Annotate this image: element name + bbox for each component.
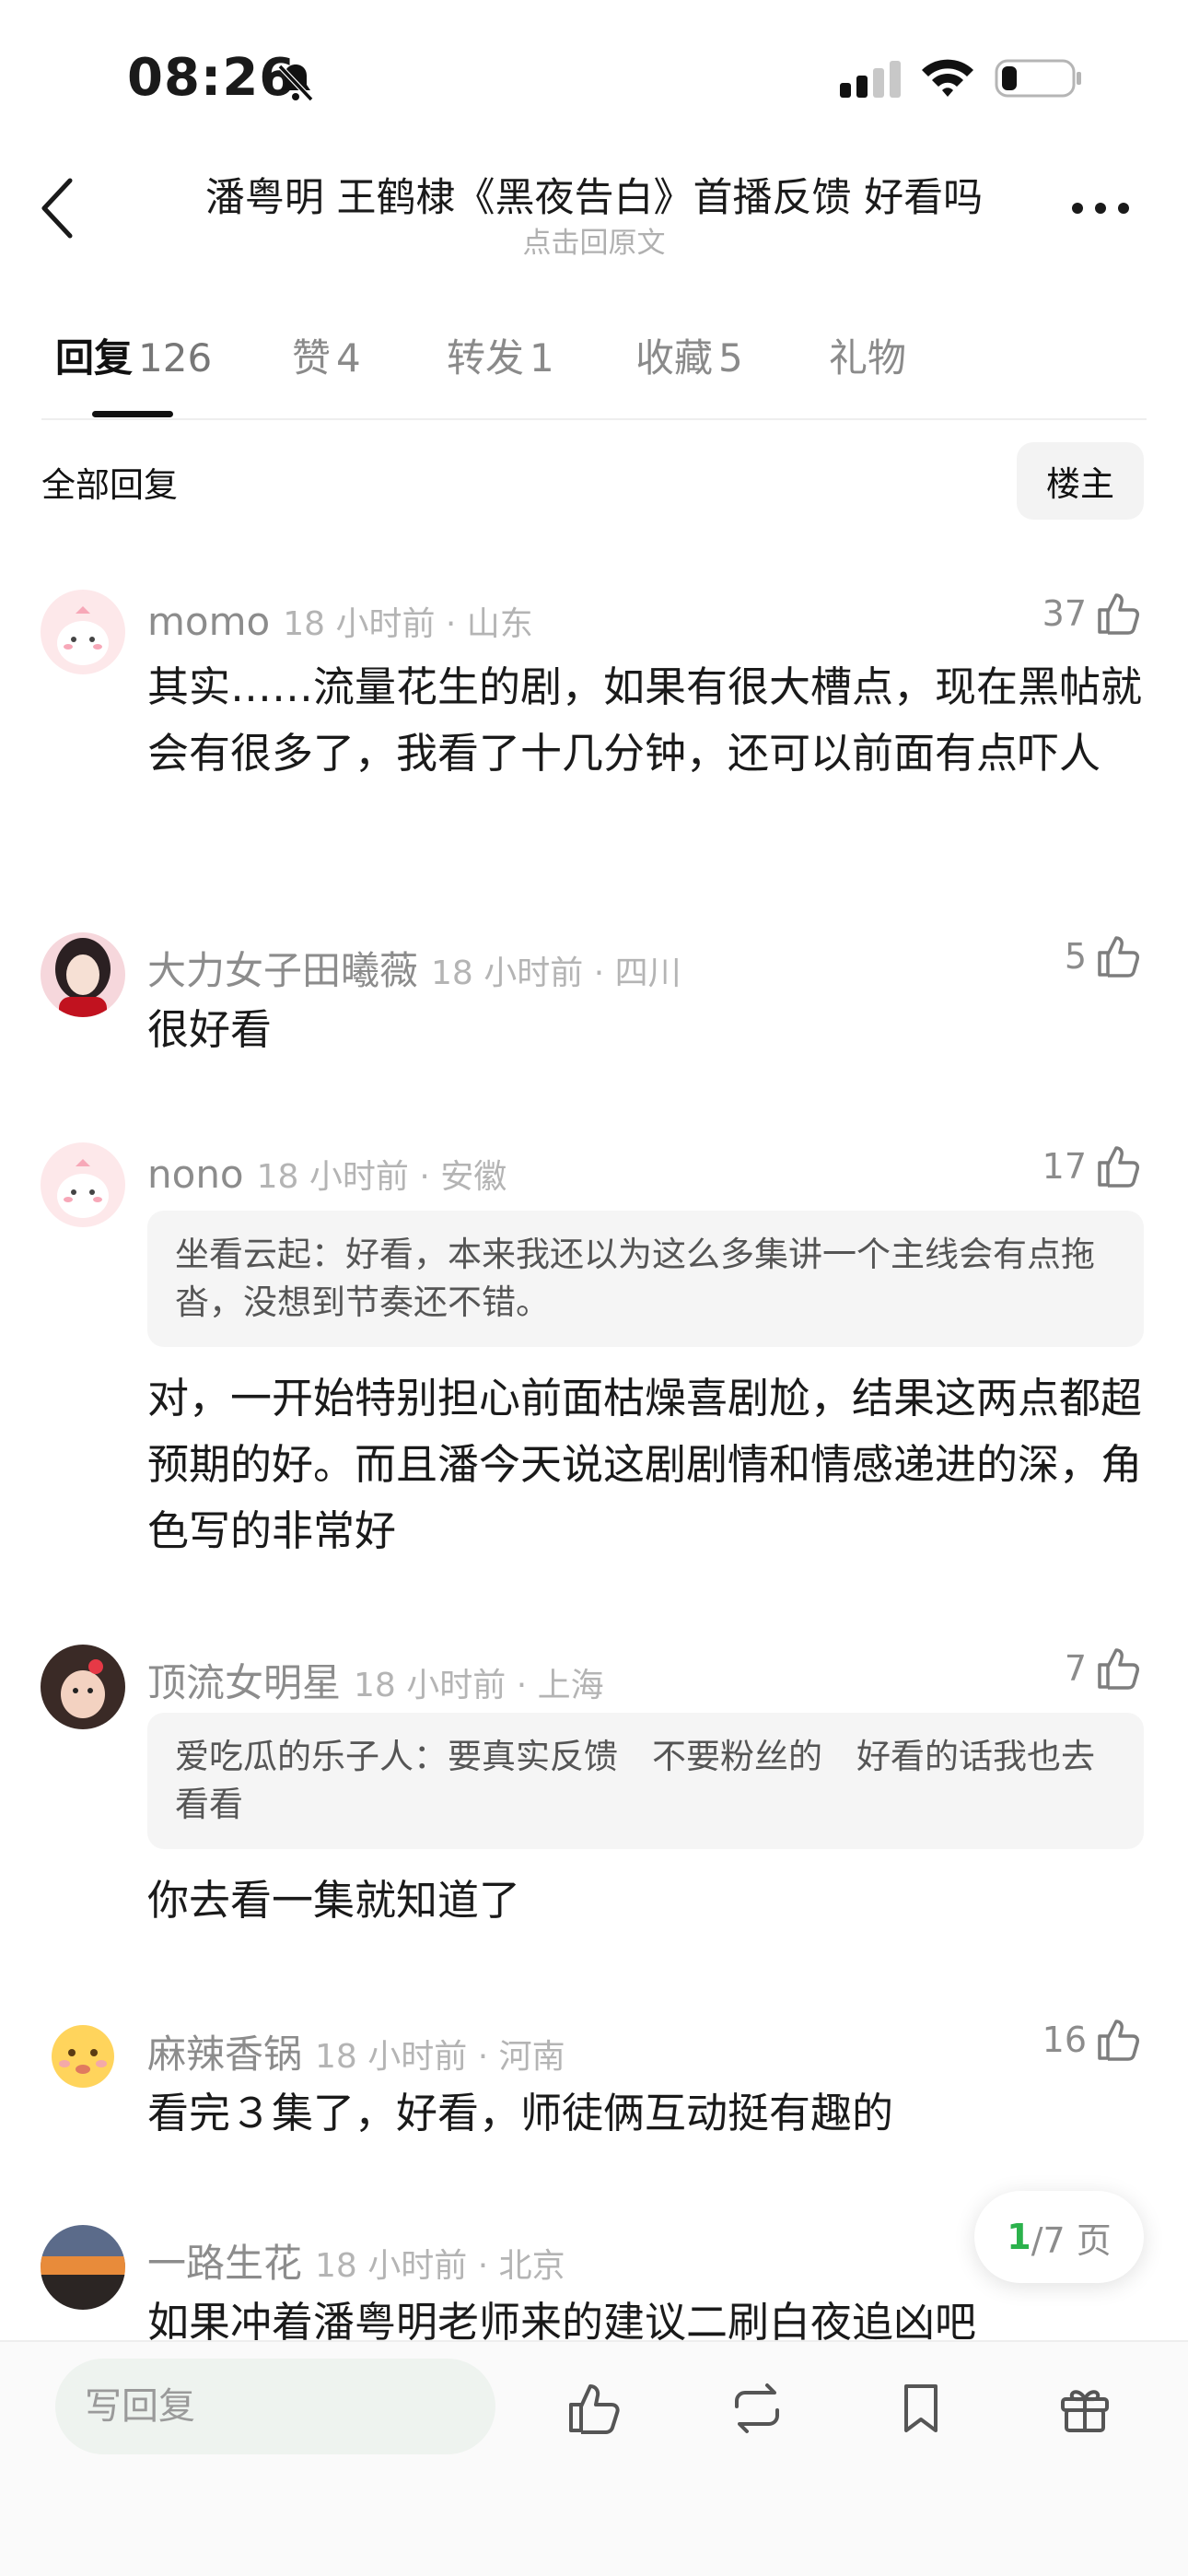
gift-icon[interactable] <box>1055 2379 1114 2438</box>
tab-label: 回复 <box>55 335 134 381</box>
tab-replies[interactable]: 回复 126 <box>55 327 212 383</box>
like-count: 17 <box>1042 1146 1087 1187</box>
timestamp-location: 18 小时前 · 上海 <box>354 1667 604 1704</box>
active-tab-indicator <box>92 411 173 417</box>
post-replies-page: 08:26 潘粤明 王鹤棣《黑夜告白》首播反馈 好看吗 点击回原文 回复 126… <box>0 0 1188 2576</box>
thumbs-up-icon <box>1098 1146 1139 1188</box>
username[interactable]: 大力女子田曦薇 <box>147 948 418 993</box>
thumbs-up-icon[interactable] <box>564 2379 623 2438</box>
comment-meta: 顶流女明星 18 小时前 · 上海 <box>147 1652 604 1708</box>
quoted-username: 坐看云起： <box>175 1235 345 1274</box>
quoted-username: 爱吃瓜的乐子人： <box>175 1737 448 1776</box>
page-indicator[interactable]: 1/7 页 <box>974 2191 1144 2283</box>
avatar[interactable] <box>41 2225 125 2310</box>
tab-likes[interactable]: 赞4 <box>292 327 361 383</box>
avatar[interactable] <box>41 590 125 674</box>
status-time: 08:26 <box>127 48 297 108</box>
profile-photo-icon <box>41 932 125 1017</box>
more-options-icon[interactable] <box>1070 199 1131 217</box>
tab-label: 礼物 <box>829 335 907 381</box>
like-button[interactable]: 17 <box>1042 1142 1142 1190</box>
timestamp-location: 18 小时前 · 四川 <box>431 954 681 992</box>
tab-count: 126 <box>138 335 213 381</box>
comment-text: 很好看 <box>147 1005 273 1054</box>
divider <box>41 418 1147 420</box>
tab-count: 5 <box>718 335 743 381</box>
like-button[interactable]: 7 <box>1065 1645 1142 1692</box>
avatar[interactable] <box>41 1645 125 1729</box>
status-bar: 08:26 <box>0 0 1188 157</box>
tab-count: 4 <box>336 335 361 381</box>
cellular-signal-icon <box>840 61 901 98</box>
like-count: 16 <box>1042 2020 1087 2060</box>
tab-count: 1 <box>530 335 554 381</box>
bookmark-icon[interactable] <box>891 2379 950 2438</box>
comment-text: 其实……流量花生的剧，如果有很大槽点，现在黑帖就会有很多了，我看了十几分钟，还可… <box>147 662 1143 778</box>
tab-label: 收藏 <box>635 335 714 381</box>
like-count: 7 <box>1064 1648 1087 1689</box>
sunset-photo-icon <box>41 2225 125 2310</box>
avatar[interactable] <box>41 1142 125 1227</box>
like-button[interactable]: 37 <box>1042 590 1142 638</box>
current-page: 1 <box>1007 2217 1031 2257</box>
username[interactable]: momo <box>147 599 270 644</box>
comment-text: 看完３集了，好看，师徒俩互动挺有趣的 <box>147 2089 894 2137</box>
like-count: 37 <box>1042 593 1087 634</box>
tab-label: 转发 <box>447 335 525 381</box>
timestamp-location: 18 小时前 · 北京 <box>315 2247 565 2285</box>
tab-label: 赞 <box>292 335 332 381</box>
tab-favorites[interactable]: 收藏 5 <box>635 327 743 383</box>
comment-meta: momo 18 小时前 · 山东 <box>147 597 533 645</box>
timestamp-location: 18 小时前 · 河南 <box>315 2038 565 2076</box>
bell-muted-icon <box>277 64 314 102</box>
thumbs-up-icon <box>1098 936 1139 978</box>
post-title[interactable]: 潘粤明 王鹤棣《黑夜告白》首播反馈 好看吗 <box>138 166 1050 223</box>
comment-meta: 大力女子田曦薇 18 小时前 · 四川 <box>147 940 681 996</box>
like-button[interactable]: 5 <box>1065 932 1142 980</box>
cartoon-avatar-icon <box>41 590 125 674</box>
username[interactable]: 顶流女明星 <box>147 1660 341 1705</box>
timestamp-location: 18 小时前 · 山东 <box>283 605 533 643</box>
reply-input[interactable] <box>55 2359 495 2454</box>
total-pages: /7 页 <box>1031 2219 1112 2261</box>
comment-meta: 麻辣香锅 18 小时前 · 河南 <box>147 2023 565 2079</box>
avatar[interactable] <box>41 932 125 1017</box>
username[interactable]: 一路生花 <box>147 2241 302 2286</box>
emoji-avatar-icon <box>41 2016 125 2101</box>
comment-meta: 一路生花 18 小时前 · 北京 <box>147 2232 565 2289</box>
like-count: 5 <box>1064 936 1087 977</box>
repost-icon[interactable] <box>728 2379 786 2438</box>
like-button[interactable]: 16 <box>1042 2016 1142 2064</box>
avatar[interactable] <box>41 2016 125 2101</box>
back-to-post-link[interactable]: 点击回原文 <box>138 219 1050 261</box>
tab-gifts[interactable]: 礼物 <box>829 327 906 383</box>
quoted-reply[interactable]: 爱吃瓜的乐子人：要真实反馈 不要粉丝的 好看的话我也去看看 <box>147 1713 1144 1849</box>
battery-icon <box>995 59 1081 98</box>
owner-only-button[interactable]: 楼主 <box>1017 442 1144 520</box>
thumbs-up-icon <box>1098 1648 1139 1690</box>
comment-meta: nono 18 小时前 · 安徽 <box>147 1150 507 1198</box>
quoted-reply[interactable]: 坐看云起：好看，本来我还以为这么多集讲一个主线会有点拖沓，没想到节奏还不错。 <box>147 1211 1144 1347</box>
cartoon-avatar-icon <box>41 1142 125 1227</box>
back-icon[interactable] <box>37 175 77 241</box>
comment-text: 你去看一集就知道了 <box>147 1876 521 1925</box>
profile-photo-icon <box>41 1645 125 1729</box>
wifi-icon <box>922 59 973 97</box>
timestamp-location: 18 小时前 · 安徽 <box>256 1158 507 1196</box>
all-replies-label[interactable]: 全部回复 <box>41 457 178 507</box>
tab-reposts[interactable]: 转发 1 <box>447 327 554 383</box>
thumbs-up-icon <box>1098 2020 1139 2061</box>
username[interactable]: nono <box>147 1152 244 1197</box>
thumbs-up-icon <box>1098 593 1139 635</box>
comment-text: 对，一开始特别担心前面枯燥喜剧尬，结果这两点都超预期的好。而且潘今天说这剧剧情和… <box>147 1374 1143 1555</box>
username[interactable]: 麻辣香锅 <box>147 2032 302 2077</box>
